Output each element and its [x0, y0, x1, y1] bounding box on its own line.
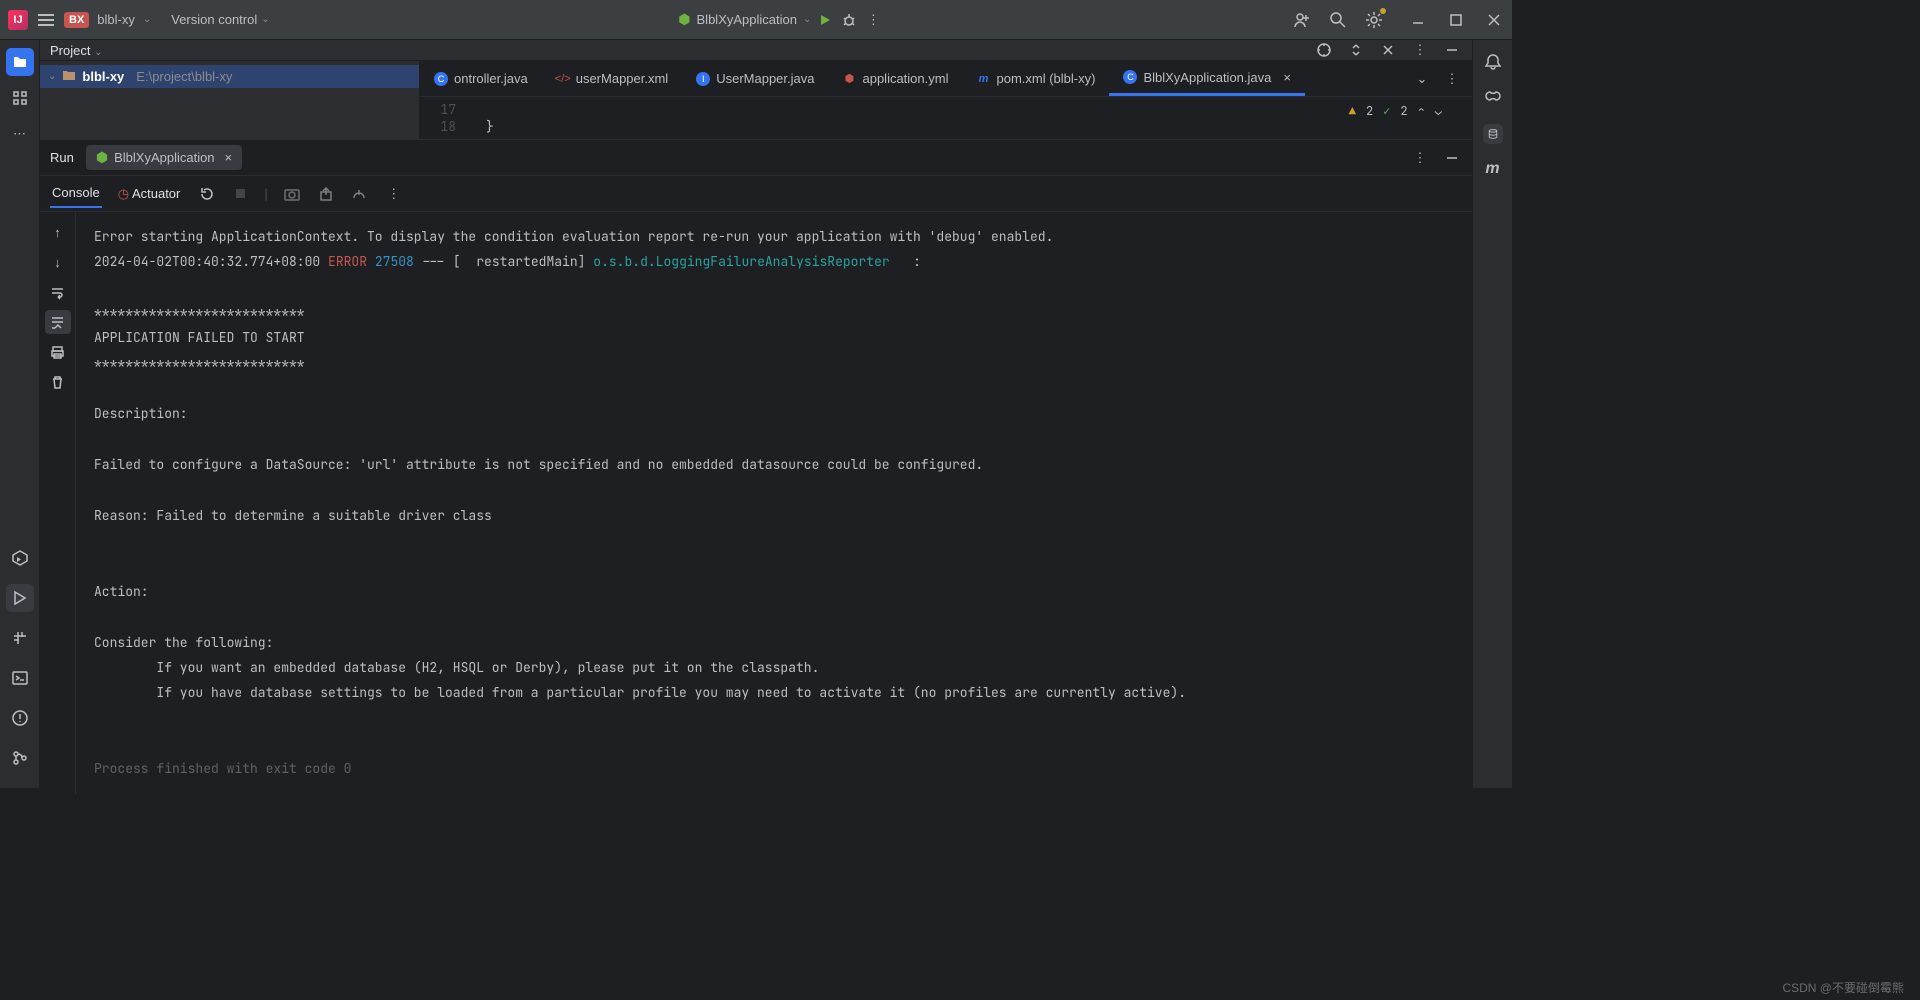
stop-button[interactable] — [230, 184, 250, 204]
line-number: 18 — [436, 118, 456, 135]
project-badge: BX — [64, 12, 89, 28]
project-tree[interactable]: ⌄ blbl-xy E:\project\blbl-xy — [40, 61, 420, 139]
build-tool-button[interactable] — [6, 624, 34, 652]
yml-icon: ⬢ — [842, 72, 856, 86]
terminal-tool-button[interactable] — [6, 664, 34, 692]
run-tool-button[interactable] — [6, 584, 34, 612]
tab-controller[interactable]: Controller.java — [420, 61, 542, 96]
chevron-down-icon[interactable]: ⌄ — [48, 71, 56, 82]
tabs-dropdown-button[interactable]: ⌄ — [1412, 69, 1432, 89]
code-with-me-icon[interactable] — [1292, 10, 1312, 30]
tree-root-item[interactable]: ⌄ blbl-xy E:\project\blbl-xy — [40, 65, 419, 88]
tabs-options-button[interactable]: ⋮ — [1442, 69, 1462, 89]
editor-tabs: Controller.java </>userMapper.xml IUserM… — [420, 61, 1472, 97]
run-tool-window: Run ⬢ BlblXyApplication × ⋮ Console ◷ Ac… — [40, 139, 1472, 794]
camera-icon[interactable] — [282, 184, 302, 204]
xml-icon: </> — [556, 72, 570, 86]
locate-file-button[interactable] — [1314, 40, 1334, 60]
prev-highlight-button[interactable]: ⌃ — [1418, 103, 1425, 119]
inspection-widget[interactable]: ▲2 ✓2 ⌃ ⌄ — [1349, 103, 1442, 119]
tab-usermapper-java[interactable]: IUserMapper.java — [682, 61, 828, 96]
java-icon: C — [1123, 70, 1137, 84]
scroll-down-button[interactable]: ↓ — [45, 250, 71, 274]
more-actions-button[interactable]: ⋮ — [863, 10, 883, 30]
right-tool-rail: m — [1472, 40, 1512, 788]
console-tab[interactable]: Console — [50, 179, 102, 208]
watermark: CSDN @不要碰倒霉熊 — [1782, 979, 1904, 996]
tab-blblxyapplication[interactable]: CBlblXyApplication.java× — [1109, 61, 1305, 96]
close-icon[interactable]: × — [225, 150, 233, 165]
debug-button[interactable] — [839, 10, 859, 30]
warning-icon: ▲ — [1349, 103, 1356, 119]
tree-root-path: E:\project\blbl-xy — [136, 69, 232, 84]
more-button[interactable]: ⋮ — [384, 184, 404, 204]
expand-all-button[interactable] — [1346, 40, 1366, 60]
next-highlight-button[interactable]: ⌄ — [1435, 103, 1442, 119]
export-icon[interactable] — [316, 184, 336, 204]
scroll-to-end-button[interactable] — [45, 310, 71, 334]
more-tool-button[interactable]: ⋯ — [6, 120, 34, 148]
clear-all-button[interactable] — [45, 370, 71, 394]
editor: Controller.java </>userMapper.xml IUserM… — [420, 61, 1472, 139]
collapse-all-button[interactable] — [1378, 40, 1398, 60]
close-window-button[interactable] — [1484, 10, 1504, 30]
soft-wrap-button[interactable] — [45, 280, 71, 304]
folder-icon — [62, 68, 76, 85]
close-tab-icon[interactable]: × — [1283, 70, 1291, 85]
project-tool-button[interactable] — [6, 48, 34, 76]
main-menu-button[interactable] — [36, 10, 56, 30]
left-tool-rail: ⋯ — [0, 40, 40, 788]
chevron-down-icon: ⌄ — [143, 14, 151, 25]
code-text: } — [486, 118, 494, 135]
database-button[interactable] — [1483, 124, 1503, 144]
app-logo-icon: IJ — [8, 10, 28, 30]
maximize-window-button[interactable] — [1446, 10, 1466, 30]
search-icon[interactable] — [1328, 10, 1348, 30]
run-title: Run — [50, 150, 74, 165]
tab-usermapper-xml[interactable]: </>userMapper.xml — [542, 61, 682, 96]
run-button[interactable] — [815, 10, 835, 30]
spring-icon: ⬢ — [678, 11, 690, 28]
hide-tool-button[interactable] — [1442, 40, 1462, 60]
ai-assistant-button[interactable] — [1483, 88, 1503, 108]
project-tool-header: Project ⌄ ⋮ — [40, 40, 1472, 61]
check-icon: ✓ — [1383, 103, 1390, 119]
run-options-button[interactable]: ⋮ — [1410, 148, 1430, 168]
minimize-window-button[interactable] — [1408, 10, 1428, 30]
hide-run-button[interactable] — [1442, 148, 1462, 168]
version-control-dropdown[interactable]: Version control ⌄ — [171, 12, 269, 27]
problems-tool-button[interactable] — [6, 704, 34, 732]
java-icon: C — [434, 72, 448, 86]
line-number: 17 — [436, 101, 456, 118]
tree-root-name: blbl-xy — [82, 69, 124, 84]
scroll-up-button[interactable]: ↑ — [45, 220, 71, 244]
console-output[interactable]: Error starting ApplicationContext. To di… — [76, 212, 1472, 794]
titlebar: IJ BX blbl-xy ⌄ Version control ⌄ ⬢ Blbl… — [0, 0, 1512, 40]
structure-tool-button[interactable] — [6, 84, 34, 112]
tool-options-button[interactable]: ⋮ — [1410, 40, 1430, 60]
rerun-button[interactable] — [196, 184, 216, 204]
maven-button[interactable]: m — [1485, 160, 1499, 178]
maven-icon: m — [976, 72, 990, 86]
actuator-tab[interactable]: ◷ Actuator — [116, 180, 183, 208]
tab-application-yml[interactable]: ⬢application.yml — [828, 61, 962, 96]
java-icon: I — [696, 72, 710, 86]
notifications-button[interactable] — [1483, 52, 1503, 72]
git-tool-button[interactable] — [6, 744, 34, 772]
tab-pom-xml[interactable]: mpom.xml (blbl-xy) — [962, 61, 1109, 96]
run-config-tab[interactable]: ⬢ BlblXyApplication × — [86, 145, 242, 170]
settings-icon[interactable] — [1364, 10, 1384, 30]
project-view-selector[interactable]: Project ⌄ — [50, 43, 102, 58]
print-button[interactable] — [45, 340, 71, 364]
project-name[interactable]: blbl-xy — [97, 12, 135, 27]
services-tool-button[interactable] — [6, 544, 34, 572]
console-gutter: ↑ ↓ — [40, 212, 76, 794]
code-area[interactable]: 17 18} ▲2 ✓2 ⌃ ⌄ — [420, 97, 1472, 139]
actuator-icon: ◷ — [118, 186, 129, 201]
run-config-selector[interactable]: ⬢ BlblXyApplication ⌄ — [678, 11, 811, 28]
layout-icon[interactable] — [350, 184, 370, 204]
spring-icon: ⬢ — [96, 149, 108, 166]
